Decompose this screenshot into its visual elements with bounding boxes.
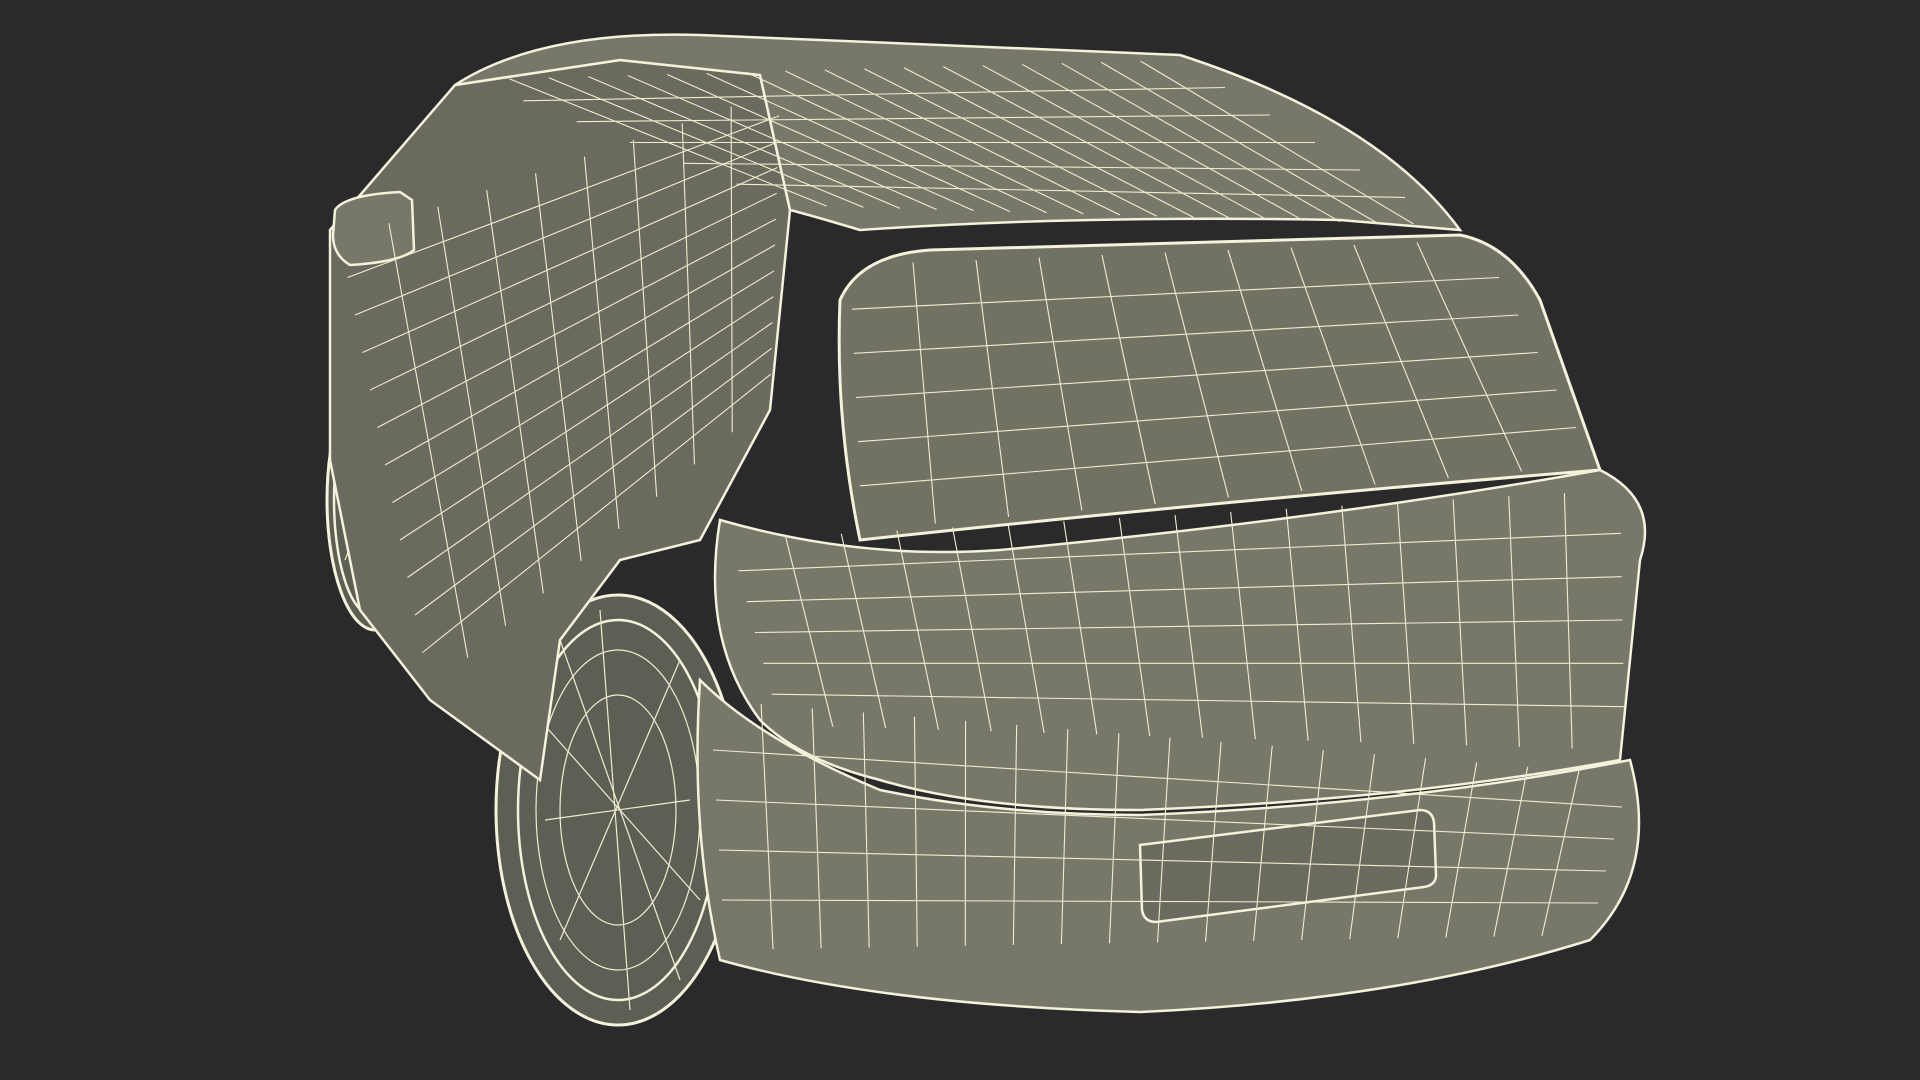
- car-wireframe-render: [0, 0, 1920, 1080]
- side-mirror-icon: [331, 190, 416, 267]
- wireframe-viewport[interactable]: [0, 0, 1920, 1080]
